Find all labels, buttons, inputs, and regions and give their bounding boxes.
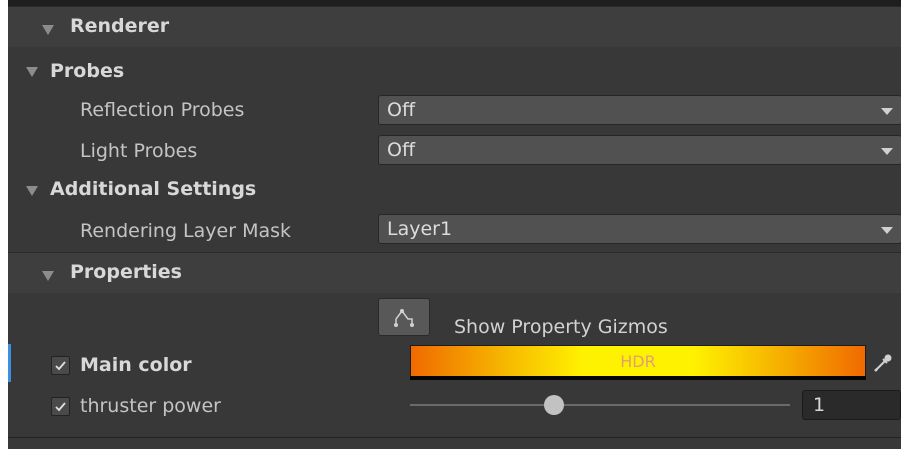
rendering-layer-mask-label: Rendering Layer Mask xyxy=(80,220,292,242)
renderer-header[interactable]: Renderer xyxy=(8,6,901,47)
reflection-probes-label: Reflection Probes xyxy=(80,99,245,121)
eyedropper-icon xyxy=(874,354,892,372)
reflection-probes-dropdown[interactable]: Off xyxy=(378,95,901,125)
check-icon xyxy=(55,361,66,371)
light-probes-label: Light Probes xyxy=(80,140,198,162)
thruster-power-value: 1 xyxy=(813,394,826,416)
foldout-triangle-icon xyxy=(42,25,54,35)
selected-row-indicator xyxy=(8,344,11,382)
light-probes-dropdown[interactable]: Off xyxy=(378,135,901,165)
alpha-bar xyxy=(410,376,866,380)
rendering-layer-mask-dropdown[interactable]: Layer1 xyxy=(378,214,901,244)
inspector-panel: Renderer Probes Reflection Probes Off Li… xyxy=(8,0,901,449)
bottom-divider xyxy=(8,437,901,438)
thruster-power-slider-handle[interactable] xyxy=(544,395,565,415)
foldout-triangle-icon[interactable] xyxy=(26,67,38,77)
thruster-power-input[interactable]: 1 xyxy=(802,390,901,420)
thruster-power-checkbox[interactable] xyxy=(51,397,70,416)
dropdown-arrow-icon xyxy=(881,108,893,115)
thruster-power-label: thruster power xyxy=(80,395,221,417)
light-probes-value: Off xyxy=(387,139,416,161)
additional-settings-title[interactable]: Additional Settings xyxy=(50,178,256,200)
show-gizmos-button[interactable] xyxy=(378,298,430,336)
hdr-badge: HDR xyxy=(620,352,656,371)
properties-title: Properties xyxy=(70,261,182,283)
eyedropper-button[interactable] xyxy=(870,350,896,376)
dropdown-arrow-icon xyxy=(881,148,893,155)
reflection-probes-value: Off xyxy=(387,99,416,121)
probes-title[interactable]: Probes xyxy=(50,60,124,82)
check-icon xyxy=(55,402,66,412)
main-color-checkbox[interactable] xyxy=(51,356,70,375)
foldout-triangle-icon[interactable] xyxy=(26,186,38,196)
gizmo-icon xyxy=(394,309,414,327)
main-color-swatch[interactable]: HDR xyxy=(410,345,866,378)
rendering-layer-mask-value: Layer1 xyxy=(387,218,453,240)
thruster-power-slider-track[interactable] xyxy=(410,404,790,406)
main-color-label: Main color xyxy=(80,354,192,376)
properties-header[interactable]: Properties xyxy=(8,252,901,293)
renderer-title: Renderer xyxy=(70,15,170,37)
show-gizmos-label[interactable]: Show Property Gizmos xyxy=(454,316,668,338)
foldout-triangle-icon xyxy=(42,271,54,281)
dropdown-arrow-icon xyxy=(881,227,893,234)
